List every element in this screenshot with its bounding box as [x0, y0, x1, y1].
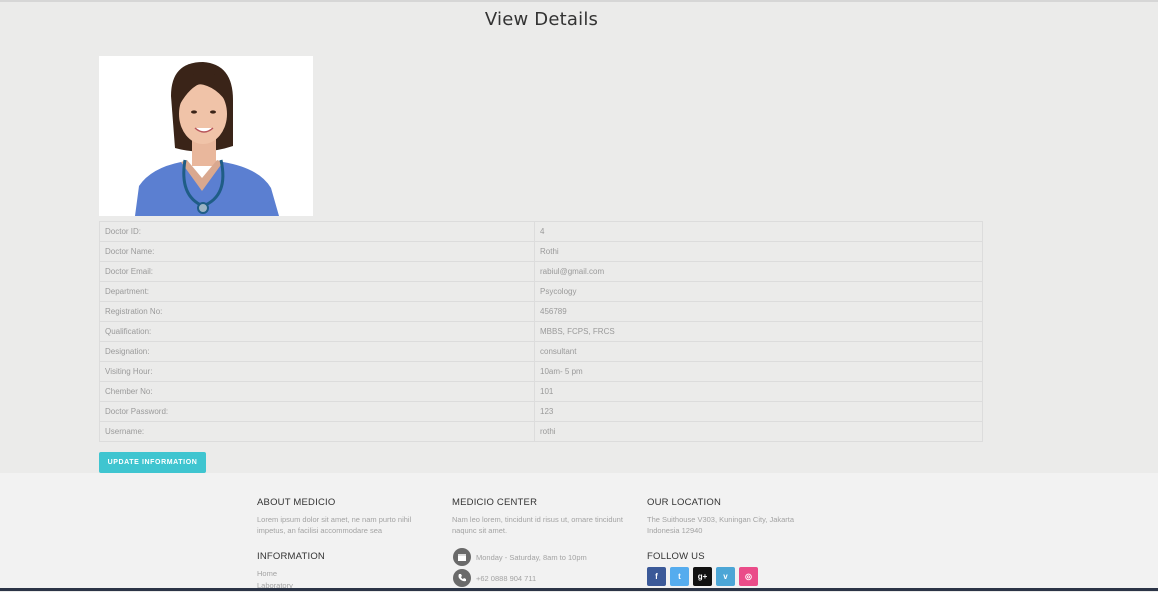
footer-location: OUR LOCATION The Suithouse V303, Kuninga…: [647, 497, 827, 536]
detail-value: consultant: [534, 341, 983, 362]
details-table: Doctor ID: 4 Doctor Name: Rothi Doctor Email…: [99, 221, 983, 442]
detail-label: Username:: [99, 421, 535, 442]
table-row: Qualification: MBBS, FCPS, FRCS: [99, 321, 983, 342]
footer-follow: FOLLOW US: [647, 551, 827, 562]
detail-value: 4: [534, 221, 983, 242]
detail-value: 101: [534, 381, 983, 402]
table-row: Department: Psycology: [99, 281, 983, 302]
footer-phone-text: +62 0888 904 711: [476, 573, 537, 583]
detail-label: Qualification:: [99, 321, 535, 342]
detail-value: MBBS, FCPS, FRCS: [534, 321, 983, 342]
detail-label: Designation:: [99, 341, 535, 362]
calendar-icon: [453, 548, 471, 566]
detail-value: 123: [534, 401, 983, 422]
table-row: Registration No: 456789: [99, 301, 983, 322]
doctor-photo: [99, 56, 313, 216]
detail-label: Chember No:: [99, 381, 535, 402]
table-row: Username: rothi: [99, 421, 983, 442]
footer-hours: Monday - Saturday, 8am to 10pm: [453, 548, 587, 566]
footer-center: MEDICIO CENTER Nam leo lorem, tincidunt …: [452, 497, 632, 536]
detail-value: 10am- 5 pm: [534, 361, 983, 382]
table-row: Visiting Hour: 10am- 5 pm: [99, 361, 983, 382]
detail-label: Visiting Hour:: [99, 361, 535, 382]
twitter-icon[interactable]: t: [670, 567, 689, 586]
footer-about: ABOUT MEDICIO Lorem ipsum dolor sit amet…: [257, 497, 437, 536]
detail-label: Doctor Name:: [99, 241, 535, 262]
footer-center-text: Nam leo lorem, tincidunt id risus ut, or…: [452, 515, 623, 535]
footer-about-heading: ABOUT MEDICIO: [257, 497, 336, 508]
footer-about-text: Lorem ipsum dolor sit amet, ne nam purto…: [257, 515, 412, 535]
detail-value: Psycology: [534, 281, 983, 302]
table-row: Doctor Email: rabiul@gmail.com: [99, 261, 983, 282]
detail-value: rabiul@gmail.com: [534, 261, 983, 282]
footer-link-home[interactable]: Home: [257, 568, 437, 580]
detail-label: Doctor ID:: [99, 221, 535, 242]
table-row: Doctor Name: Rothi: [99, 241, 983, 262]
phone-icon: [453, 569, 471, 587]
detail-value: rothi: [534, 421, 983, 442]
dribbble-icon[interactable]: ◎: [739, 567, 758, 586]
detail-value: 456789: [534, 301, 983, 322]
table-row: Doctor ID: 4: [99, 221, 983, 242]
table-row: Chember No: 101: [99, 381, 983, 402]
footer-location-text: The Suithouse V303, Kuningan City, Jakar…: [647, 515, 795, 535]
footer-location-heading: OUR LOCATION: [647, 497, 722, 508]
footer-follow-heading: FOLLOW US: [647, 551, 705, 562]
footer: ABOUT MEDICIO Lorem ipsum dolor sit amet…: [0, 473, 1158, 590]
detail-label: Doctor Password:: [99, 401, 535, 422]
social-links: f t g+ v ◎: [647, 567, 758, 586]
top-divider: [0, 0, 1158, 2]
update-information-button[interactable]: UPDATE INFORMATION: [99, 452, 206, 473]
table-row: Doctor Password: 123: [99, 401, 983, 422]
footer-phone: +62 0888 904 711: [453, 569, 536, 587]
table-row: Designation: consultant: [99, 341, 983, 362]
footer-center-heading: MEDICIO CENTER: [452, 497, 538, 508]
google-plus-icon[interactable]: g+: [693, 567, 712, 586]
detail-value: Rothi: [534, 241, 983, 262]
footer-hours-text: Monday - Saturday, 8am to 10pm: [476, 552, 587, 562]
footer-information: INFORMATION Home Laboratory: [257, 551, 437, 592]
footer-information-heading: INFORMATION: [257, 551, 325, 562]
facebook-icon[interactable]: f: [647, 567, 666, 586]
detail-label: Department:: [99, 281, 535, 302]
page-title: View Details: [484, 9, 599, 30]
detail-label: Registration No:: [99, 301, 535, 322]
vimeo-icon[interactable]: v: [716, 567, 735, 586]
detail-label: Doctor Email:: [99, 261, 535, 282]
